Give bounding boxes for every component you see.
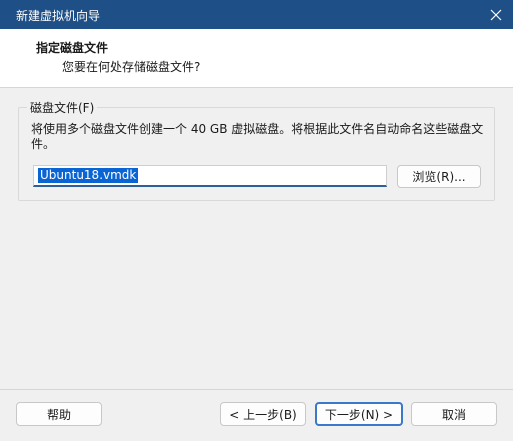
help-button[interactable]: 帮助 [16, 402, 102, 426]
wizard-footer: 帮助 < 上一步(B) 下一步(N) > 取消 [0, 389, 513, 441]
disk-file-description: 将使用多个磁盘文件创建一个 40 GB 虚拟磁盘。将根据此文件名自动命名这些磁盘… [31, 122, 484, 151]
disk-file-input[interactable]: Ubuntu18.vmdk [33, 165, 387, 187]
browse-button[interactable]: 浏览(R)... [397, 165, 481, 188]
wizard-header: 指定磁盘文件 您要在何处存储磁盘文件? [0, 29, 513, 88]
disk-file-legend: 磁盘文件(F) [27, 99, 98, 116]
title-bar: 新建虚拟机向导 [0, 0, 513, 29]
next-button[interactable]: 下一步(N) > [315, 402, 403, 426]
disk-file-group: 磁盘文件(F) 将使用多个磁盘文件创建一个 40 GB 虚拟磁盘。将根据此文件名… [18, 99, 495, 201]
page-title: 指定磁盘文件 [36, 41, 109, 55]
window-title: 新建虚拟机向导 [16, 9, 101, 23]
close-button[interactable] [479, 0, 513, 29]
disk-file-value: Ubuntu18.vmdk [38, 168, 139, 183]
page-subtitle: 您要在何处存储磁盘文件? [62, 60, 201, 74]
close-icon [490, 9, 502, 20]
back-button[interactable]: < 上一步(B) [220, 402, 306, 426]
cancel-button[interactable]: 取消 [411, 402, 497, 426]
